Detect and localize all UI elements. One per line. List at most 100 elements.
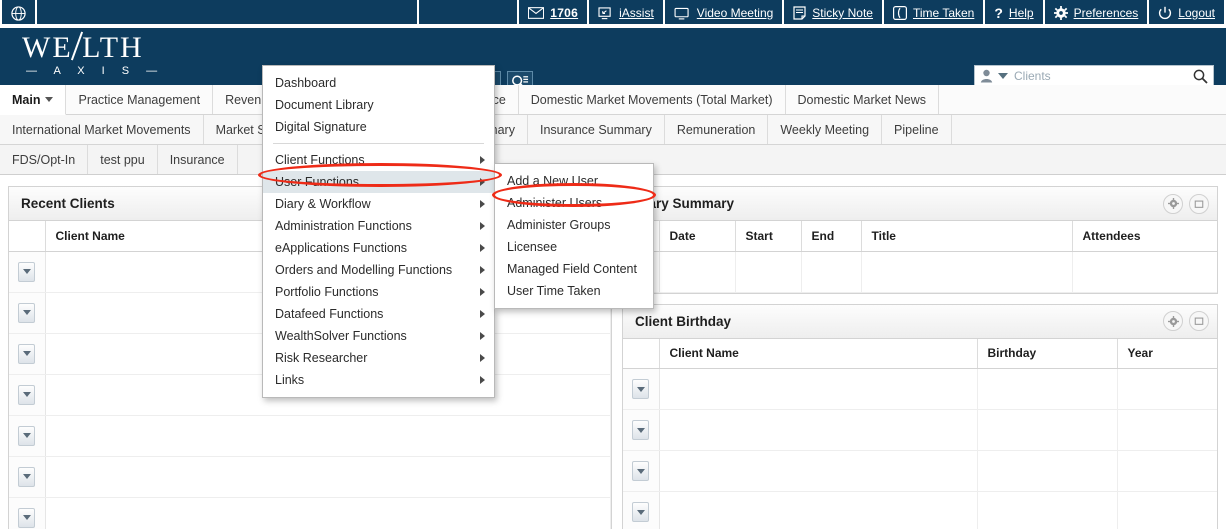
row-menu-cell[interactable]: [623, 368, 660, 410]
tab-test-ppu[interactable]: test ppu: [88, 145, 158, 174]
menu-item-user-time-taken[interactable]: User Time Taken: [495, 280, 653, 302]
row-dropdown-button[interactable]: [18, 261, 36, 282]
tab-test-ppu-label: test ppu: [100, 152, 145, 167]
mail-count-label[interactable]: 1706: [550, 6, 578, 20]
tab-main[interactable]: Main: [0, 85, 67, 115]
row-menu-cell[interactable]: [9, 333, 46, 375]
tab-weekly-meeting[interactable]: Weekly Meeting: [768, 115, 883, 144]
menu-item-managed-field-content[interactable]: Managed Field Content: [495, 258, 653, 280]
table-row[interactable]: [623, 491, 1217, 529]
tab-pipeline[interactable]: Pipeline: [882, 115, 952, 144]
gear-icon[interactable]: [1163, 311, 1183, 331]
time-taken-cell[interactable]: Time Taken: [884, 0, 986, 26]
logout-cell[interactable]: Logout: [1149, 0, 1226, 26]
menu-item-administration-functions[interactable]: Administration Functions: [263, 215, 494, 237]
table-row[interactable]: [623, 450, 1217, 492]
row-menu-cell[interactable]: [9, 497, 46, 529]
menu-item-document-library[interactable]: Document Library: [263, 94, 494, 116]
menu-item-wealthsolver-functions[interactable]: WealthSolver Functions: [263, 325, 494, 347]
tab-domestic-market-movements[interactable]: Domestic Market Movements (Total Market): [518, 85, 786, 114]
menu-item-licensee[interactable]: Licensee: [495, 236, 653, 258]
maximize-icon[interactable]: [1189, 193, 1209, 214]
menu-item-portfolio-functions[interactable]: Portfolio Functions: [263, 281, 494, 303]
table-row[interactable]: [623, 409, 1217, 451]
row-dropdown-button[interactable]: [18, 343, 36, 364]
menu-item-user-functions[interactable]: User Functions: [263, 171, 494, 193]
row-menu-cell[interactable]: [9, 292, 46, 334]
search-input[interactable]: [1012, 68, 1189, 84]
row-dropdown-button[interactable]: [632, 502, 650, 522]
preferences-label[interactable]: Preferences: [1074, 6, 1139, 20]
sticky-note-label[interactable]: Sticky Note: [812, 6, 873, 20]
tab-fds-opt-in[interactable]: FDS/Opt-In: [0, 145, 89, 174]
row-dropdown-button[interactable]: [632, 379, 650, 399]
logo-subtext: — A X I S —: [26, 65, 165, 77]
tab-insurance-label: Insurance: [169, 152, 225, 167]
diary-summary-body: [623, 251, 1217, 293]
menu-item-dashboard[interactable]: Dashboard: [263, 72, 494, 94]
search-box[interactable]: [974, 65, 1214, 87]
sticky-note-cell[interactable]: Sticky Note: [784, 0, 884, 26]
cell-client-name: [45, 456, 611, 498]
help-label[interactable]: Help: [1009, 6, 1034, 20]
preferences-cell[interactable]: Preferences: [1045, 0, 1150, 26]
table-row[interactable]: [9, 456, 611, 498]
menu-item-links[interactable]: Links: [263, 369, 494, 391]
col-attendees: Attendees: [1072, 221, 1217, 252]
row-dropdown-button[interactable]: [18, 425, 36, 446]
row-menu-cell[interactable]: [9, 415, 46, 457]
application-window: 1706 iAssist Video Meeting Sticky Note T: [0, 0, 1226, 529]
row-menu-cell[interactable]: [9, 251, 46, 293]
diary-summary-table: Date Start End Title Attendees: [623, 221, 1217, 293]
video-meeting-label[interactable]: Video Meeting: [697, 6, 774, 20]
row-dropdown-button[interactable]: [18, 507, 36, 528]
help-cell[interactable]: ? Help: [985, 0, 1045, 26]
row-dropdown-button[interactable]: [632, 420, 650, 440]
logo[interactable]: WE LTH — A X I S —: [22, 31, 165, 77]
tab-international-market-movements[interactable]: International Market Movements: [0, 115, 204, 144]
tab-insurance-summary[interactable]: Insurance Summary: [527, 115, 665, 144]
search-icon[interactable]: [1193, 69, 1208, 84]
row-menu-cell[interactable]: [623, 450, 660, 492]
row-dropdown-button[interactable]: [18, 466, 36, 487]
logout-label[interactable]: Logout: [1178, 6, 1215, 20]
row-menu-cell[interactable]: [623, 409, 660, 451]
menu-item-client-functions[interactable]: Client Functions: [263, 149, 494, 171]
row-dropdown-button[interactable]: [632, 461, 650, 481]
chevron-down-icon[interactable]: [998, 73, 1008, 79]
globe-icon-cell[interactable]: [0, 0, 37, 26]
menu-item-datafeed-functions[interactable]: Datafeed Functions: [263, 303, 494, 325]
menu-item-risk-researcher[interactable]: Risk Researcher: [263, 347, 494, 369]
menu-item-add-a-new-user-label: Add a New User: [507, 174, 599, 188]
tab-remuneration[interactable]: Remuneration: [664, 115, 769, 144]
table-row[interactable]: [9, 415, 611, 457]
row-dropdown-button[interactable]: [18, 384, 36, 405]
tab-insurance[interactable]: Insurance: [157, 145, 238, 174]
chevron-right-icon: [480, 288, 485, 296]
row-dropdown-button[interactable]: [18, 302, 36, 323]
row-menu-cell[interactable]: [623, 491, 660, 529]
iassist-cell[interactable]: iAssist: [589, 0, 665, 26]
gear-icon[interactable]: [1163, 193, 1183, 214]
table-row[interactable]: [623, 251, 1217, 293]
video-meeting-cell[interactable]: Video Meeting: [665, 0, 785, 26]
mail-count-cell[interactable]: 1706: [519, 0, 590, 26]
tab-practice-management[interactable]: Practice Management: [66, 85, 214, 114]
row-menu-cell[interactable]: [9, 374, 46, 416]
iassist-label[interactable]: iAssist: [619, 6, 654, 20]
time-taken-label[interactable]: Time Taken: [913, 6, 974, 20]
menu-item-diary-workflow[interactable]: Diary & Workflow: [263, 193, 494, 215]
menu-item-digital-signature[interactable]: Digital Signature: [263, 116, 494, 138]
menu-item-orders-modelling-functions[interactable]: Orders and Modelling Functions: [263, 259, 494, 281]
tab-domestic-market-news[interactable]: Domestic Market News: [785, 85, 940, 114]
menu-item-administer-users[interactable]: Administer Users: [495, 192, 653, 214]
table-row[interactable]: [623, 368, 1217, 410]
col-client-name: Client Name: [659, 338, 978, 369]
row-menu-cell[interactable]: [9, 456, 46, 498]
maximize-icon[interactable]: [1189, 311, 1209, 331]
menu-item-add-a-new-user[interactable]: Add a New User: [495, 170, 653, 192]
menu-item-eapplications-functions[interactable]: eApplications Functions: [263, 237, 494, 259]
table-row[interactable]: [9, 497, 611, 529]
col-title: Title: [861, 221, 1073, 252]
menu-item-administer-groups[interactable]: Administer Groups: [495, 214, 653, 236]
